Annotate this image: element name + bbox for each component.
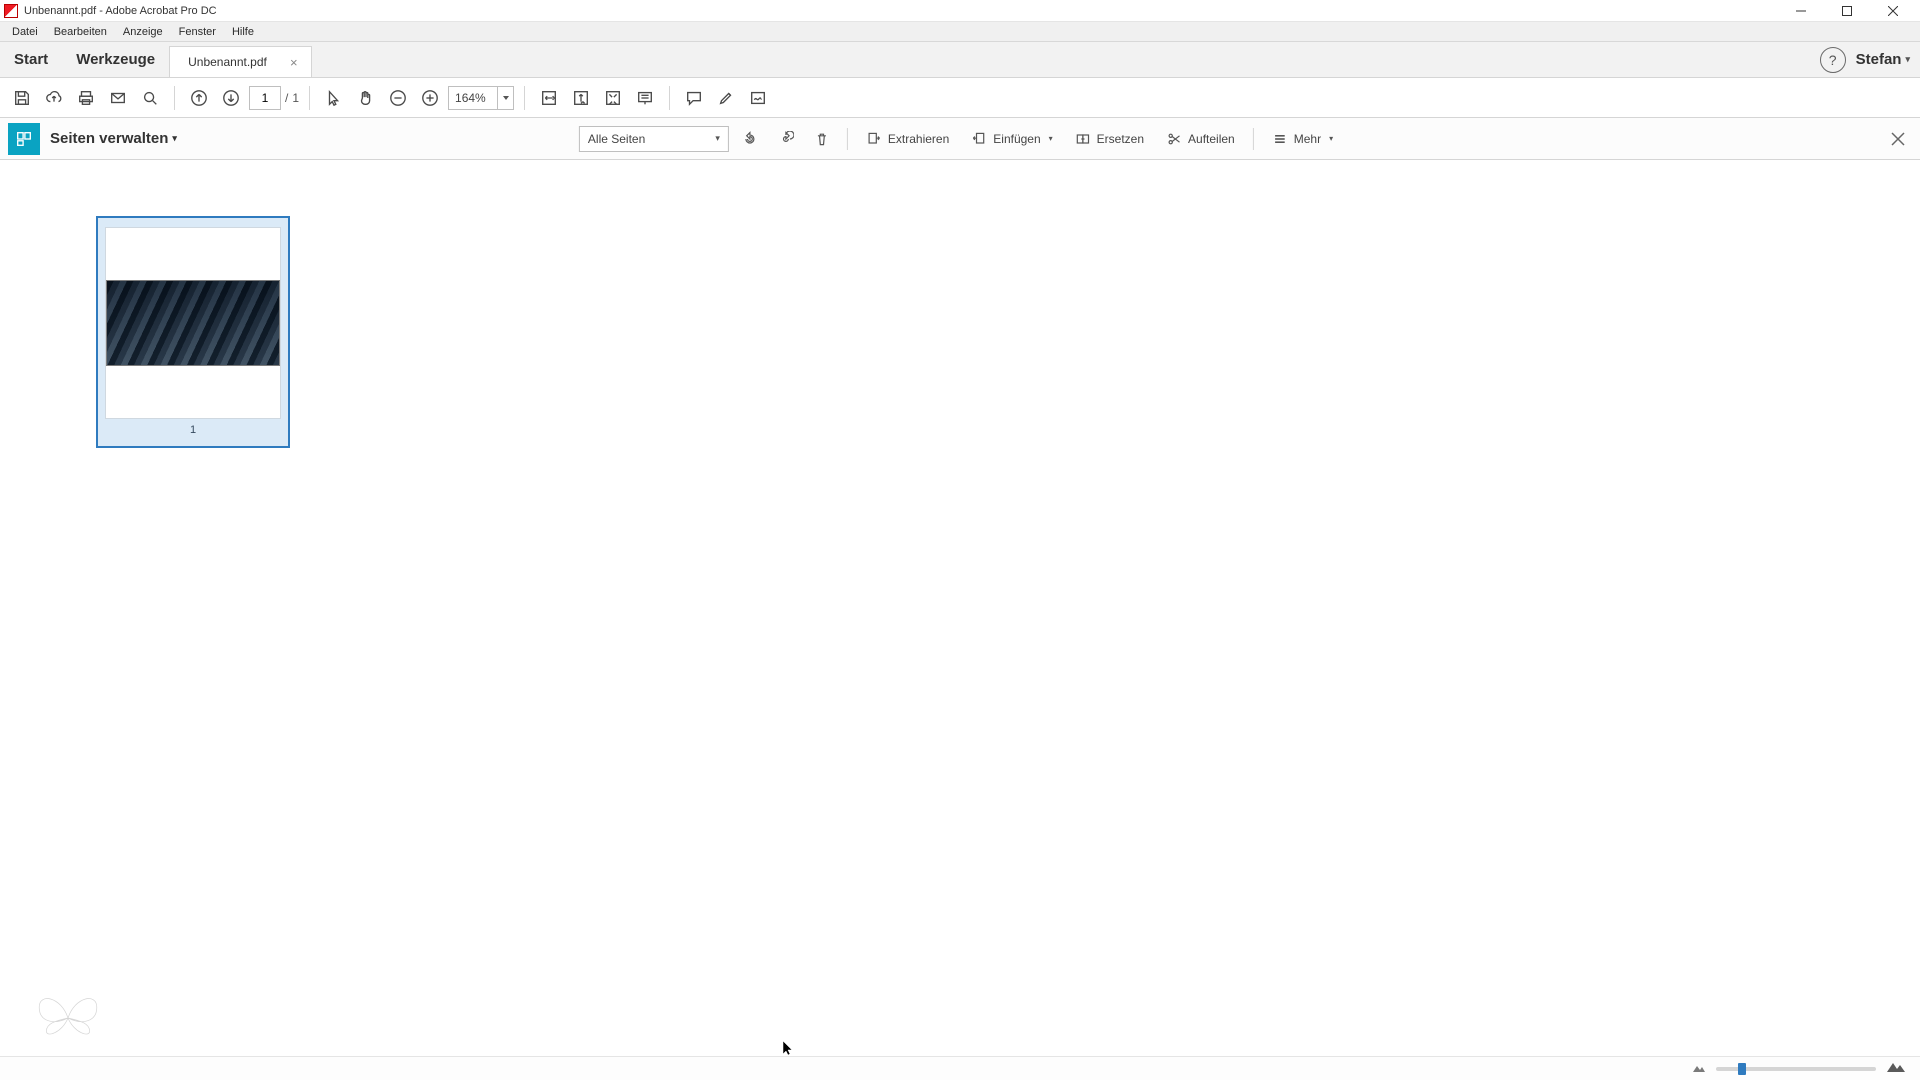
thumbnail-zoom-slider[interactable]	[1716, 1067, 1876, 1071]
page-thumbnail-image	[106, 280, 280, 366]
extract-icon	[866, 131, 882, 147]
replace-button[interactable]: Ersetzen	[1067, 125, 1152, 153]
page-thumbnail-selected[interactable]: 1	[96, 216, 290, 448]
zoom-in-icon[interactable]	[416, 84, 444, 112]
read-mode-icon[interactable]	[631, 84, 659, 112]
window-maximize-button[interactable]	[1824, 0, 1870, 22]
thumbnail-zoom-knob[interactable]	[1738, 1063, 1746, 1075]
extract-label: Extrahieren	[888, 132, 949, 146]
window-titlebar: Unbenannt.pdf - Adobe Acrobat Pro DC	[0, 0, 1920, 22]
more-label: Mehr	[1294, 132, 1321, 146]
close-tool-button[interactable]	[1884, 125, 1912, 153]
user-menu[interactable]: Stefan ▾	[1856, 51, 1910, 68]
split-label: Aufteilen	[1188, 132, 1235, 146]
page-thumbnails-workspace[interactable]: 1	[0, 160, 1920, 1056]
zoom-select[interactable]: 164%	[448, 86, 514, 110]
signature-icon[interactable]	[744, 84, 772, 112]
page-current-input[interactable]	[249, 86, 281, 110]
delete-page-icon[interactable]	[807, 125, 837, 153]
organize-pages-mode-icon[interactable]	[8, 123, 40, 155]
zoom-out-icon[interactable]	[384, 84, 412, 112]
organize-pages-title[interactable]: Seiten verwalten ▾	[50, 130, 177, 147]
page-sep: /	[285, 91, 288, 105]
menu-view[interactable]: Anzeige	[115, 24, 171, 40]
organize-pages-title-label: Seiten verwalten	[50, 130, 168, 147]
tab-tools[interactable]: Werkzeuge	[62, 42, 169, 77]
previous-page-icon[interactable]	[185, 84, 213, 112]
rotate-cw-icon[interactable]	[771, 125, 801, 153]
tab-row: Start Werkzeuge Unbenannt.pdf × ? Stefan…	[0, 42, 1920, 78]
comment-icon[interactable]	[680, 84, 708, 112]
zoom-dropdown-icon[interactable]	[498, 86, 514, 110]
mouse-cursor-icon	[782, 1040, 794, 1056]
fit-page-icon[interactable]	[567, 84, 595, 112]
print-icon[interactable]	[72, 84, 100, 112]
page-filter-dropdown[interactable]: Alle Seiten ▾	[579, 126, 729, 152]
thumbnail-large-icon[interactable]	[1886, 1059, 1906, 1078]
chevron-down-icon: ▾	[1049, 134, 1053, 143]
next-page-icon[interactable]	[217, 84, 245, 112]
menu-file[interactable]: Datei	[4, 24, 46, 40]
menu-bar: Datei Bearbeiten Anzeige Fenster Hilfe	[0, 22, 1920, 42]
page-filter-value: Alle Seiten	[588, 132, 645, 146]
fit-width-icon[interactable]	[535, 84, 563, 112]
insert-button[interactable]: Einfügen ▾	[963, 125, 1060, 153]
page-thumbnail-preview	[106, 228, 280, 418]
replace-label: Ersetzen	[1097, 132, 1144, 146]
insert-label: Einfügen	[993, 132, 1040, 146]
tab-document-label: Unbenannt.pdf	[188, 55, 267, 69]
main-toolbar: / 1 164%	[0, 78, 1920, 118]
window-minimize-button[interactable]	[1778, 0, 1824, 22]
chevron-down-icon: ▾	[715, 133, 720, 144]
more-icon	[1272, 131, 1288, 147]
mail-icon[interactable]	[104, 84, 132, 112]
menu-edit[interactable]: Bearbeiten	[46, 24, 115, 40]
organize-pages-toolbar: Seiten verwalten ▾ Alle Seiten ▾ Extrahi…	[0, 118, 1920, 160]
tab-document[interactable]: Unbenannt.pdf ×	[169, 46, 312, 77]
highlight-icon[interactable]	[712, 84, 740, 112]
extract-button[interactable]: Extrahieren	[858, 125, 957, 153]
search-icon[interactable]	[136, 84, 164, 112]
replace-icon	[1075, 131, 1091, 147]
tab-close-icon[interactable]: ×	[287, 55, 301, 69]
user-name: Stefan	[1856, 51, 1902, 68]
page-thumbnail-number: 1	[190, 424, 196, 436]
chevron-down-icon: ▾	[1905, 54, 1910, 65]
chevron-down-icon: ▾	[1329, 134, 1333, 143]
chevron-down-icon: ▾	[172, 133, 177, 144]
zoom-value: 164%	[448, 86, 498, 110]
help-icon[interactable]: ?	[1820, 47, 1846, 73]
hand-tool-icon[interactable]	[352, 84, 380, 112]
more-button[interactable]: Mehr ▾	[1264, 125, 1341, 153]
page-nav: / 1	[249, 86, 299, 110]
select-tool-icon[interactable]	[320, 84, 348, 112]
save-icon[interactable]	[8, 84, 36, 112]
thumbnail-zoom-bar	[0, 1056, 1920, 1080]
scissors-icon	[1166, 131, 1182, 147]
insert-icon	[971, 131, 987, 147]
cloud-upload-icon[interactable]	[40, 84, 68, 112]
menu-window[interactable]: Fenster	[171, 24, 224, 40]
window-title: Unbenannt.pdf - Adobe Acrobat Pro DC	[24, 5, 217, 17]
app-icon	[4, 4, 18, 18]
menu-help[interactable]: Hilfe	[224, 24, 262, 40]
tab-home[interactable]: Start	[0, 42, 62, 77]
thumbnail-small-icon[interactable]	[1692, 1060, 1706, 1078]
watermark-butterfly-icon	[32, 988, 104, 1048]
fit-visible-icon[interactable]	[599, 84, 627, 112]
rotate-ccw-icon[interactable]	[735, 125, 765, 153]
page-total: 1	[292, 91, 299, 105]
split-button[interactable]: Aufteilen	[1158, 125, 1243, 153]
window-close-button[interactable]	[1870, 0, 1916, 22]
